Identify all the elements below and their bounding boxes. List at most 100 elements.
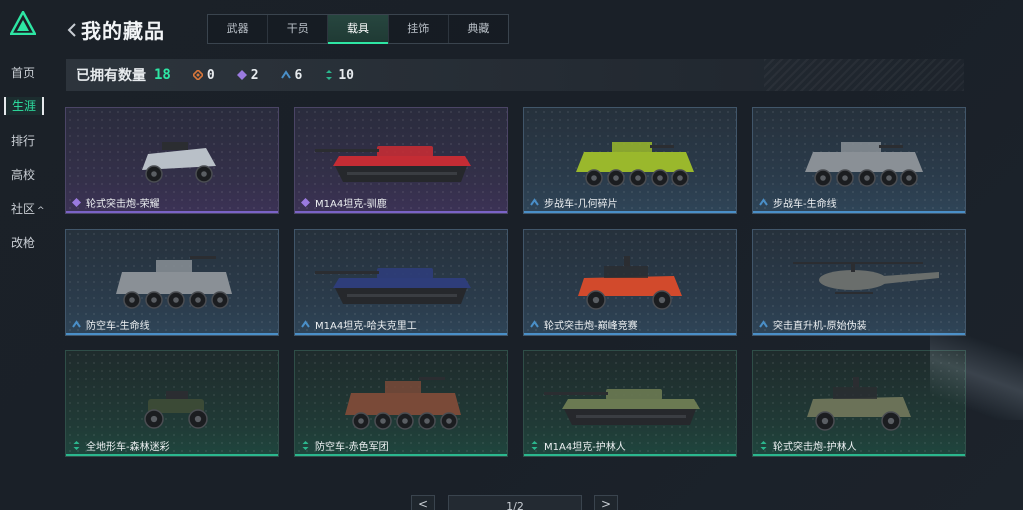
sidebar-item-home[interactable]: 首页 <box>11 64 35 82</box>
vehicle-card[interactable]: 防空车-赤色军团 <box>294 350 508 457</box>
card-footer: M1A4坦克-哈夫克里工 <box>295 315 507 335</box>
vehicle-card-name: 轮式突击炮-护林人 <box>773 441 857 453</box>
green-arrows-icon <box>326 70 333 80</box>
vehicle-card-name: 防空车-生命线 <box>86 320 150 332</box>
green-arrows-icon <box>760 440 767 450</box>
vehicle-image <box>805 142 923 187</box>
tab-collection[interactable]: 典藏 <box>449 15 508 43</box>
blue-chevron-icon <box>530 197 539 206</box>
vehicle-card[interactable]: 防空车-生命线 <box>65 229 279 336</box>
vehicle-card[interactable]: 突击直升机-原始伪装 <box>752 229 966 336</box>
owned-count-label: 已拥有数量 <box>76 68 146 84</box>
vehicle-card-name: M1A4坦克-哈夫克里工 <box>315 320 417 332</box>
vehicle-card-name: 防空车-赤色军团 <box>315 441 389 453</box>
vehicle-card[interactable]: M1A4坦克-哈夫克里工 <box>294 229 508 336</box>
card-footer: 步战车-生命线 <box>753 193 965 213</box>
card-footer: 轮式突击炮-巅峰竞赛 <box>524 315 736 335</box>
green-arrows-icon <box>73 440 80 450</box>
sidebar-item-ranking[interactable]: 排行 <box>11 132 35 150</box>
vehicle-card-name: 步战车-几何碎片 <box>544 198 618 210</box>
card-footer: M1A4坦克-驯鹿 <box>295 193 507 213</box>
sidebar-item-label: 生涯 <box>12 99 37 113</box>
sidebar-item-gunsmith[interactable]: 改枪 <box>11 234 35 252</box>
rarity-count-green: 10 <box>324 68 354 83</box>
rarity-count-purple: 2 <box>236 67 259 83</box>
hatch-decoration <box>764 59 964 91</box>
vehicle-image <box>544 389 700 425</box>
vehicle-card[interactable]: 轮式突击炮-护林人 <box>752 350 966 457</box>
rarity-count-blue: 6 <box>280 67 303 83</box>
vehicle-image <box>116 256 232 309</box>
vehicle-image <box>793 262 939 294</box>
vehicle-image <box>578 256 682 310</box>
vehicle-card[interactable]: 步战车-生命线 <box>752 107 966 214</box>
card-footer: M1A4坦克-护林人 <box>524 436 736 456</box>
rarity-count-value: 10 <box>338 67 354 83</box>
tab-charms[interactable]: 挂饰 <box>389 15 449 43</box>
tab-operators[interactable]: 干员 <box>268 15 329 43</box>
vehicle-card-name: M1A4坦克-护林人 <box>544 441 626 453</box>
vehicle-image <box>315 146 471 182</box>
vehicle-card[interactable]: M1A4坦克-驯鹿 <box>294 107 508 214</box>
category-tabs: 武器 干员 载具 挂饰 典藏 <box>207 14 509 44</box>
tab-weapons[interactable]: 武器 <box>208 15 269 43</box>
green-arrows-icon <box>302 440 309 450</box>
vehicle-image <box>807 377 911 431</box>
rarity-count-orange: 0 <box>192 67 215 83</box>
vehicle-card[interactable]: 步战车-几何碎片 <box>523 107 737 214</box>
app-logo-icon <box>10 11 36 35</box>
vehicle-card-name: 轮式突击炮-巅峰竞赛 <box>544 320 638 332</box>
vehicle-card-name: 步战车-生命线 <box>773 198 837 210</box>
card-footer: 全地形车-森林迷彩 <box>66 436 278 456</box>
purple-diamond-icon <box>72 197 81 207</box>
vehicle-image <box>576 142 694 187</box>
tab-vehicles[interactable]: 载具 <box>328 15 389 44</box>
card-footer: 防空车-赤色军团 <box>295 436 507 456</box>
vehicle-card-name: 轮式突击炮-荣耀 <box>86 198 160 210</box>
vehicle-card-name: 突击直升机-原始伪装 <box>773 320 867 332</box>
vehicle-card[interactable]: 轮式突击炮-巅峰竞赛 <box>523 229 737 336</box>
vehicle-card[interactable]: 轮式突击炮-荣耀 <box>65 107 279 214</box>
card-footer: 突击直升机-原始伪装 <box>753 315 965 335</box>
vehicle-image <box>345 377 461 430</box>
blue-chevron-icon <box>530 319 539 328</box>
vehicle-card-name: 全地形车-森林迷彩 <box>86 441 170 453</box>
sidebar-item-label: 改枪 <box>11 236 36 250</box>
blue-chevron-icon <box>301 319 310 328</box>
green-arrows-icon <box>531 440 538 450</box>
sidebar-item-college[interactable]: 高校 <box>11 166 35 184</box>
vehicle-card[interactable]: 全地形车-森林迷彩 <box>65 350 279 457</box>
rarity-count-value: 6 <box>294 67 303 83</box>
sidebar-item-label: 高校 <box>11 168 36 182</box>
blue-chevron-icon <box>759 197 768 206</box>
sidebar-item-label: 排行 <box>11 134 36 148</box>
vehicle-card[interactable]: M1A4坦克-护林人 <box>523 350 737 457</box>
blue-chevron-icon <box>72 319 81 328</box>
rarity-count-value: 2 <box>250 67 259 83</box>
purple-diamond-icon <box>301 197 310 207</box>
orange-diamond-icon <box>192 70 203 80</box>
blue-chevron-icon <box>280 70 291 79</box>
sidebar-item-community[interactable]: 社区 ^ <box>11 200 45 218</box>
owned-count-bar: 已拥有数量 18 0 2 6 10 <box>66 59 964 91</box>
sidebar-item-career[interactable]: 生涯 <box>4 97 45 115</box>
rarity-count-value: 0 <box>206 67 215 83</box>
page-indicator: 1/2 <box>448 495 582 510</box>
vehicle-card-name: M1A4坦克-驯鹿 <box>315 198 387 210</box>
card-footer: 轮式突击炮-荣耀 <box>66 193 278 213</box>
owned-count-total: 18 <box>154 67 171 83</box>
back-arrow-icon[interactable] <box>66 19 78 41</box>
card-footer: 防空车-生命线 <box>66 315 278 335</box>
purple-diamond-icon <box>236 70 247 80</box>
vehicle-image <box>315 268 471 304</box>
next-page-button[interactable]: > <box>594 495 618 510</box>
sidebar-item-label: 社区 <box>11 202 36 216</box>
prev-page-button[interactable]: < <box>411 495 435 510</box>
page-title: 我的藏品 <box>81 19 165 43</box>
card-footer: 轮式突击炮-护林人 <box>753 436 965 456</box>
card-footer: 步战车-几何碎片 <box>524 193 736 213</box>
collection-grid: 轮式突击炮-荣耀 M1A4坦克-驯鹿 步战车-几何碎片 步战车-生命线防空车-生命线 M… <box>65 107 966 457</box>
blue-chevron-icon <box>759 319 768 328</box>
chevron-up-icon: ^ <box>37 206 45 216</box>
sidebar-item-label: 首页 <box>11 66 36 80</box>
